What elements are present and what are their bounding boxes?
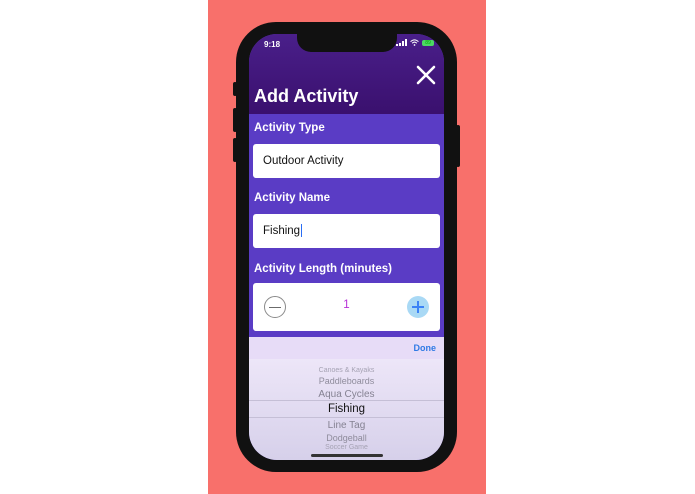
activity-type-field[interactable]: Outdoor Activity — [253, 144, 440, 178]
battery-level: 89 — [425, 39, 431, 46]
phone-volume-down — [233, 138, 237, 162]
phone-notch — [297, 34, 397, 52]
activity-name-label: Activity Name — [254, 192, 331, 204]
close-icon — [416, 65, 436, 85]
phone-volume-up — [233, 108, 237, 132]
phone-side-button — [233, 82, 237, 96]
picker-option[interactable]: Aqua Cycles — [249, 389, 444, 400]
close-button[interactable] — [415, 64, 437, 86]
picker-option-selected[interactable]: Fishing — [249, 403, 444, 415]
activity-type-value: Outdoor Activity — [263, 155, 344, 167]
picker-selection-bottom — [249, 417, 444, 418]
activity-name-input[interactable]: Fishing — [253, 214, 440, 248]
picker-option[interactable]: Dodgeball — [249, 433, 444, 443]
wifi-icon — [410, 39, 419, 46]
status-time: 9:18 — [264, 40, 281, 49]
phone-screen: Add Activity 9:18 89 Activity Type Outdo… — [249, 34, 444, 460]
activity-length-label: Activity Length (minutes) — [254, 263, 393, 275]
picker-option[interactable]: Canoes & Kayaks — [249, 367, 444, 374]
picker-option[interactable]: Soccer Game — [249, 444, 444, 451]
picker-option[interactable]: Line Tag — [249, 420, 444, 431]
increment-button[interactable] — [407, 296, 429, 318]
picker-selection-top — [249, 400, 444, 401]
activity-name-value: Fishing — [263, 225, 301, 237]
text-cursor — [301, 224, 303, 238]
page-title: Add Activity — [254, 86, 359, 106]
picker-option[interactable]: Paddleboards — [249, 376, 444, 386]
status-icons: 89 — [396, 39, 434, 46]
home-indicator[interactable] — [311, 454, 383, 457]
done-button[interactable]: Done — [414, 343, 437, 353]
activity-length-stepper: 1 — [253, 283, 440, 331]
picker-toolbar: Done — [249, 337, 444, 359]
battery-icon: 89 — [422, 39, 434, 46]
signal-icon — [396, 39, 407, 46]
activity-picker[interactable]: Canoes & Kayaks Paddleboards Aqua Cycles… — [249, 359, 444, 460]
activity-type-label: Activity Type — [254, 122, 325, 134]
phone-power-button — [456, 125, 460, 167]
